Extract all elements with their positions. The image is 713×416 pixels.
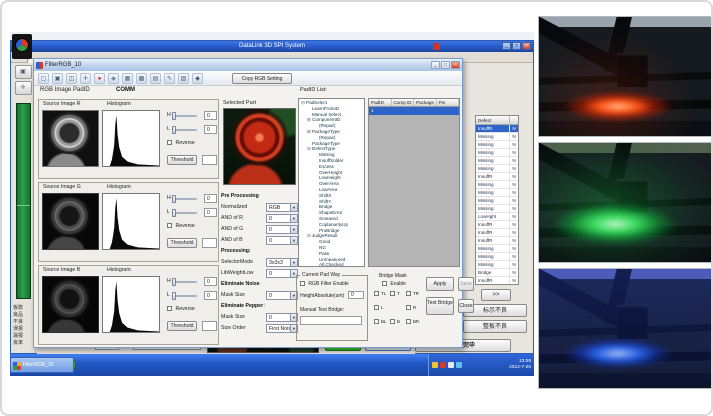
- figure: DataLink 3D SPI System _ □ × 监控工具 ▣ ✛ 板数…: [0, 0, 713, 416]
- color-cast-overlay: [539, 143, 711, 262]
- color-cast-overlay: [539, 17, 711, 136]
- app-logo: [12, 34, 32, 59]
- machine-photo: [538, 16, 712, 137]
- rgb-sphere-icon: [15, 38, 29, 52]
- machine-photo: [538, 142, 712, 263]
- color-cast-overlay: [539, 269, 711, 388]
- machine-photo: [538, 268, 712, 389]
- machine-photos: [2, 2, 711, 414]
